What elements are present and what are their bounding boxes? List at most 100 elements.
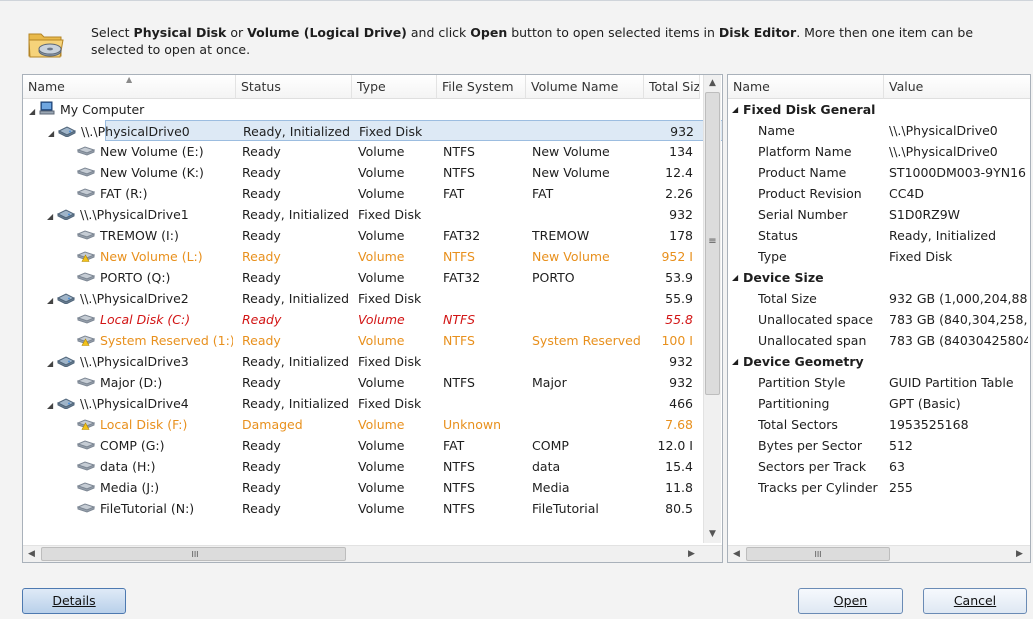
property-row[interactable]: Product Name ST1000DM003-9YN16: [728, 162, 1028, 183]
property-group[interactable]: ◢ Fixed Disk General: [728, 99, 1028, 120]
tree-row[interactable]: data (H:) Ready Volume NTFS data 15.4: [23, 456, 701, 477]
property-row[interactable]: Tracks per Cylinder 255: [728, 477, 1028, 498]
cell-volume-name: [533, 121, 645, 142]
cell-type: Volume: [358, 144, 405, 159]
scroll-right-button[interactable]: ▶: [1011, 546, 1028, 562]
cell-total-size: 952 I: [661, 249, 693, 264]
scroll-right-button[interactable]: ▶: [683, 546, 700, 562]
cell-file-system: [443, 288, 526, 309]
tree-row[interactable]: ◢ \\.\PhysicalDrive4 Ready, Initialized Fix…: [23, 393, 701, 414]
tree-row[interactable]: Local Disk (C:) Ready Volume NTFS 55.8: [23, 309, 701, 330]
cell-total-size: 2.26: [665, 186, 693, 201]
cell-volume-name: New Volume: [532, 249, 610, 264]
expand-arrow-icon[interactable]: ◢: [47, 353, 57, 372]
tree-row[interactable]: System Reserved (1:) Ready Volume NTFS Syste…: [23, 330, 701, 351]
vertical-scrollbar[interactable]: ▲ ≡ ▼: [703, 75, 721, 543]
details-button[interactable]: Details: [22, 588, 126, 614]
column-header-status[interactable]: Status: [236, 75, 352, 99]
column-header-type[interactable]: Type: [352, 75, 437, 99]
disk-tree-list[interactable]: Name ▲ Status Type File System Volume Na…: [22, 74, 723, 563]
open-button[interactable]: Open: [798, 588, 903, 614]
cell-status: Ready: [242, 459, 281, 474]
tree-row[interactable]: COMP (G:) Ready Volume FAT COMP 12.0 I: [23, 435, 701, 456]
tree-row[interactable]: ◢ \\.\PhysicalDrive3 Ready, Initialized Fix…: [23, 351, 701, 372]
property-row[interactable]: Platform Name \\.\PhysicalDrive0: [728, 141, 1028, 162]
cell-volume-name: PORTO: [532, 270, 575, 285]
property-value: GPT (Basic): [889, 396, 961, 411]
computer-icon: [39, 100, 55, 120]
volume-icon: [76, 499, 96, 519]
property-row[interactable]: Bytes per Sector 512: [728, 435, 1028, 456]
scroll-left-button[interactable]: ◀: [23, 546, 40, 562]
property-name: Partitioning: [758, 396, 830, 411]
property-name: Sectors per Track: [758, 459, 867, 474]
cell-status: Ready, Initialized: [242, 207, 350, 222]
cell-status: Ready: [242, 186, 281, 201]
tree-row[interactable]: ◢ \\.\PhysicalDrive2 Ready, Initialized Fix…: [23, 288, 701, 309]
property-name: Serial Number: [758, 207, 848, 222]
column-header-name[interactable]: Name ▲: [23, 75, 236, 99]
cell-status: Ready: [242, 144, 281, 159]
property-row[interactable]: Type Fixed Disk: [728, 246, 1028, 267]
tree-row[interactable]: Media (J:) Ready Volume NTFS Media 11.8: [23, 477, 701, 498]
cell-name: ◢ \\.\PhysicalDrive3: [47, 351, 233, 372]
column-header-file-system[interactable]: File System: [437, 75, 526, 99]
tree-row[interactable]: PORTO (Q:) Ready Volume FAT32 PORTO 53.9: [23, 267, 701, 288]
property-row[interactable]: Status Ready, Initialized: [728, 225, 1028, 246]
expand-arrow-icon[interactable]: ◢: [29, 101, 39, 120]
property-row[interactable]: Unallocated span 783 GB (84030425804: [728, 330, 1028, 351]
cell-status: Ready: [242, 501, 281, 516]
expand-arrow-icon[interactable]: ◢: [47, 395, 57, 414]
tree-row[interactable]: Major (D:) Ready Volume NTFS Major 932: [23, 372, 701, 393]
tree-row[interactable]: New Volume (L:) Ready Volume NTFS New Volume…: [23, 246, 701, 267]
column-header-prop-name[interactable]: Name: [728, 75, 884, 99]
cell-status: Ready: [242, 312, 282, 327]
property-row[interactable]: Total Sectors 1953525168: [728, 414, 1028, 435]
cell-name: COMP (G:): [67, 435, 233, 456]
property-row[interactable]: Name \\.\PhysicalDrive0: [728, 120, 1028, 141]
property-row[interactable]: Unallocated space 783 GB (840,304,258,0: [728, 309, 1028, 330]
property-row[interactable]: Partitioning GPT (Basic): [728, 393, 1028, 414]
column-header-prop-value[interactable]: Value: [884, 75, 1030, 99]
tree-row[interactable]: FileTutorial (N:) Ready Volume NTFS FileTuto…: [23, 498, 701, 519]
property-value: \\.\PhysicalDrive0: [889, 144, 998, 159]
tree-row[interactable]: New Volume (K:) Ready Volume NTFS New Volume…: [23, 162, 701, 183]
expand-arrow-icon[interactable]: ◢: [47, 290, 57, 309]
scroll-down-button[interactable]: ▼: [704, 526, 721, 543]
property-row[interactable]: Product Revision CC4D: [728, 183, 1028, 204]
property-row[interactable]: Total Size 932 GB (1,000,204,886: [728, 288, 1028, 309]
expand-arrow-icon[interactable]: ◢: [47, 206, 57, 225]
grip-icon: III: [814, 550, 822, 559]
column-header-volume-name[interactable]: Volume Name: [526, 75, 644, 99]
tree-row[interactable]: ◢ My Computer: [23, 99, 701, 120]
horizontal-scrollbar[interactable]: ◀ III ▶: [23, 545, 722, 562]
tree-row[interactable]: FAT (R:) Ready Volume FAT FAT 2.26: [23, 183, 701, 204]
cell-file-system: [444, 121, 527, 142]
cell-status: [242, 99, 352, 120]
grip-icon: ≡: [708, 236, 717, 247]
scroll-left-button[interactable]: ◀: [728, 546, 745, 562]
cancel-button[interactable]: Cancel: [923, 588, 1027, 614]
tree-row[interactable]: TREMOW (I:) Ready Volume FAT32 TREMOW 178: [23, 225, 701, 246]
cell-name: Local Disk (F:): [67, 414, 233, 435]
hard-disk-icon: [57, 122, 77, 142]
property-horizontal-scrollbar[interactable]: ◀ III ▶: [728, 545, 1030, 562]
property-row[interactable]: Serial Number S1D0RZ9W: [728, 204, 1028, 225]
property-group-title: Fixed Disk General: [743, 102, 876, 117]
tree-row[interactable]: New Volume (E:) Ready Volume NTFS New Volume…: [23, 141, 701, 162]
property-name: Product Revision: [758, 186, 862, 201]
expand-arrow-icon[interactable]: ◢: [48, 123, 58, 142]
property-grid[interactable]: Name Value ◢ Fixed Disk General Name \\.\Ph…: [727, 74, 1031, 563]
property-row[interactable]: Sectors per Track 63: [728, 456, 1028, 477]
column-header-total-size[interactable]: Total Siz: [644, 75, 700, 99]
scroll-up-button[interactable]: ▲: [704, 75, 721, 92]
property-group[interactable]: ◢ Device Size: [728, 267, 1028, 288]
property-group[interactable]: ◢ Device Geometry: [728, 351, 1028, 372]
property-name: Status: [758, 228, 798, 243]
volume-warning-icon: [76, 415, 96, 435]
cell-type: Volume: [358, 186, 405, 201]
tree-row[interactable]: ◢ \\.\PhysicalDrive1 Ready, Initialized Fix…: [23, 204, 701, 225]
property-row[interactable]: Partition Style GUID Partition Table: [728, 372, 1028, 393]
tree-row[interactable]: ◢ \\.\PhysicalDrive0 Ready, Initialized Fix…: [48, 120, 722, 142]
tree-row[interactable]: Local Disk (F:) Damaged Volume Unknown 7.68: [23, 414, 701, 435]
